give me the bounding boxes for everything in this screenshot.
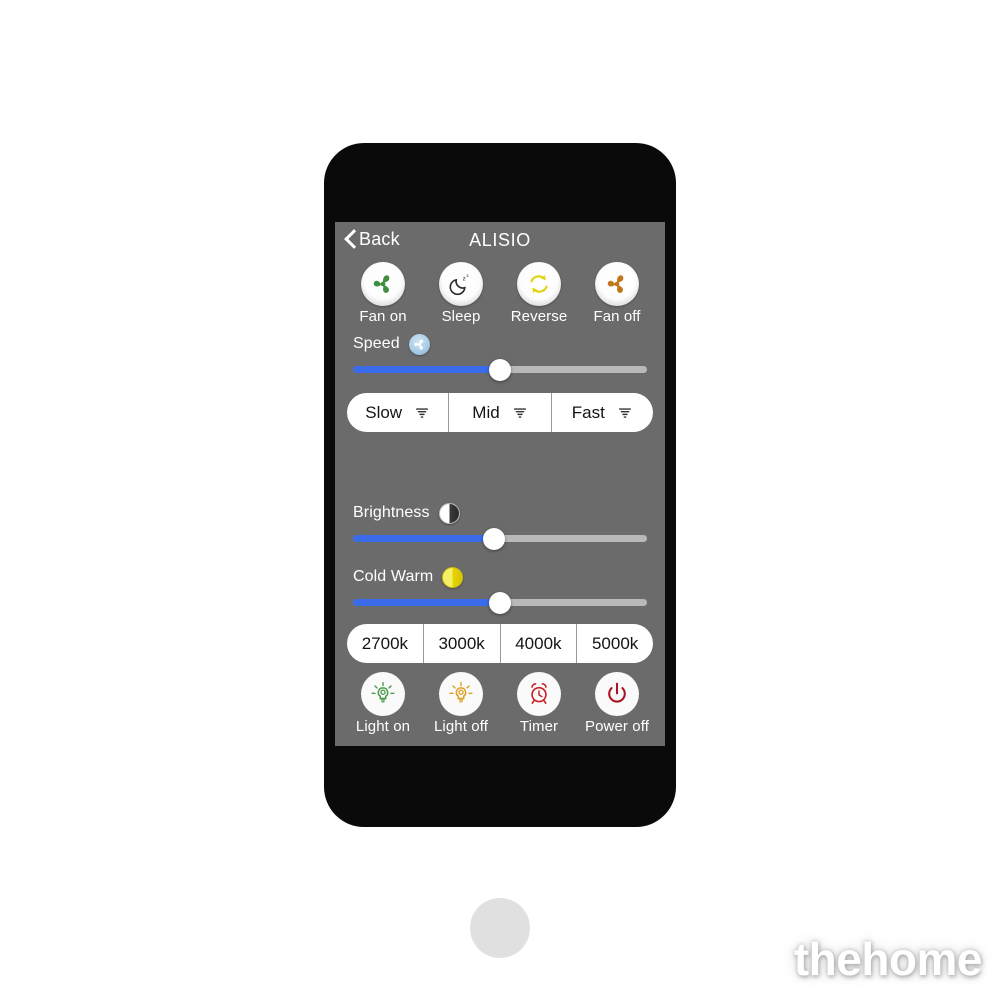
timer-button[interactable]: Timer <box>503 672 575 735</box>
light-on-icon-circle <box>361 672 405 716</box>
fan-icon <box>413 338 423 350</box>
fan-off-button[interactable]: Fan off <box>581 262 653 325</box>
speed-preset-mid-label: Mid <box>472 402 500 422</box>
fan-on-button[interactable]: Fan on <box>347 262 419 325</box>
color-temp-4000k-label: 4000k <box>515 633 562 653</box>
color-temp-2700k[interactable]: 2700k <box>347 624 424 663</box>
light-off-button[interactable]: Light off <box>425 672 497 735</box>
cold-warm-slider-thumb[interactable] <box>489 592 511 614</box>
speed-slider-fill <box>353 366 500 373</box>
brightness-slider[interactable] <box>353 528 647 550</box>
power-off-icon-circle <box>595 672 639 716</box>
color-temp-5000k-label: 5000k <box>591 633 639 653</box>
cold-warm-slider-block: Cold Warm <box>335 564 665 614</box>
color-temp-3000k[interactable]: 3000k <box>424 624 501 663</box>
tornado-icon <box>513 407 526 418</box>
reverse-button[interactable]: Reverse <box>503 262 575 325</box>
light-control-row: Light on Light off Timer Power off <box>335 672 665 735</box>
cold-warm-slider-fill <box>353 599 500 606</box>
speed-label: Speed <box>353 335 400 352</box>
speed-preset-slow[interactable]: Slow <box>347 393 450 432</box>
brightness-label: Brightness <box>353 504 430 521</box>
tornado-icon <box>618 407 631 418</box>
watermark: thehome <box>793 933 983 985</box>
fan-off-label: Fan off <box>593 308 641 325</box>
speed-preset-fast-label: Fast <box>571 402 605 422</box>
brightness-slider-thumb[interactable] <box>483 528 506 550</box>
sleep-label: Sleep <box>441 308 481 325</box>
reverse-icon-circle <box>517 262 561 306</box>
speed-slider-thumb[interactable] <box>489 359 511 381</box>
half-circle-yellow-icon <box>442 566 464 588</box>
light-off-label: Light off <box>433 718 488 735</box>
color-temperature-group: 2700k 3000k 4000k 5000k <box>347 624 653 663</box>
fan-control-row: Fan on z z Sleep Reverse Fan off <box>335 262 665 325</box>
light-off-icon-circle <box>439 672 483 716</box>
power-off-button[interactable]: Power off <box>581 672 653 735</box>
fan-icon <box>373 275 390 293</box>
speed-slider-block: Speed <box>335 331 665 381</box>
fan-on-icon-circle <box>361 262 405 306</box>
brightness-slider-block: Brightness <box>335 500 665 550</box>
svg-text:z: z <box>463 274 466 282</box>
speed-preset-mid[interactable]: Mid <box>449 393 552 432</box>
cold-warm-label: Cold Warm <box>353 568 434 585</box>
bulb-off-icon <box>449 682 473 703</box>
color-temp-5000k[interactable]: 5000k <box>577 624 653 663</box>
bulb-on-icon <box>371 682 395 703</box>
alarm-clock-icon <box>531 683 547 704</box>
fan-on-label: Fan on <box>359 308 407 325</box>
brightness-label-row: Brightness <box>353 500 647 526</box>
sleep-button[interactable]: z z Sleep <box>425 262 497 325</box>
sleep-icon-circle: z z <box>439 262 483 306</box>
app-header: Back ALISIO <box>335 222 665 260</box>
speed-label-row: Speed <box>353 331 647 357</box>
refresh-loop-icon <box>530 274 548 294</box>
speed-preset-group: Slow Mid Fast <box>347 393 653 432</box>
fan-off-icon-circle <box>595 262 639 306</box>
light-on-button[interactable]: Light on <box>347 672 419 735</box>
fan-icon <box>607 275 624 293</box>
brightness-slider-fill <box>353 535 495 542</box>
speed-slider[interactable] <box>353 359 647 381</box>
power-icon <box>608 682 626 703</box>
color-temp-4000k[interactable]: 4000k <box>501 624 578 663</box>
tornado-icon <box>416 407 429 418</box>
speed-preset-fast[interactable]: Fast <box>552 393 653 432</box>
timer-icon-circle <box>517 672 561 716</box>
fan-badge-icon <box>408 333 430 355</box>
home-button[interactable] <box>470 898 530 958</box>
cold-warm-slider[interactable] <box>353 592 647 614</box>
half-circle-contrast-icon <box>438 502 460 524</box>
color-temp-2700k-label: 2700k <box>361 633 409 653</box>
timer-label: Timer <box>519 718 559 735</box>
speed-preset-slow-label: Slow <box>365 402 403 422</box>
color-temp-3000k-label: 3000k <box>438 633 485 653</box>
app-screen: Back ALISIO Fan on z z Sleep Reverse Fan… <box>335 222 665 746</box>
cold-warm-label-row: Cold Warm <box>353 564 647 590</box>
light-on-label: Light on <box>355 718 411 735</box>
svg-text:z: z <box>466 273 469 279</box>
reverse-label: Reverse <box>510 308 568 325</box>
power-off-label: Power off <box>585 718 649 735</box>
moon-zzz-icon: z z <box>449 273 469 296</box>
page-title: ALISIO <box>469 230 531 250</box>
